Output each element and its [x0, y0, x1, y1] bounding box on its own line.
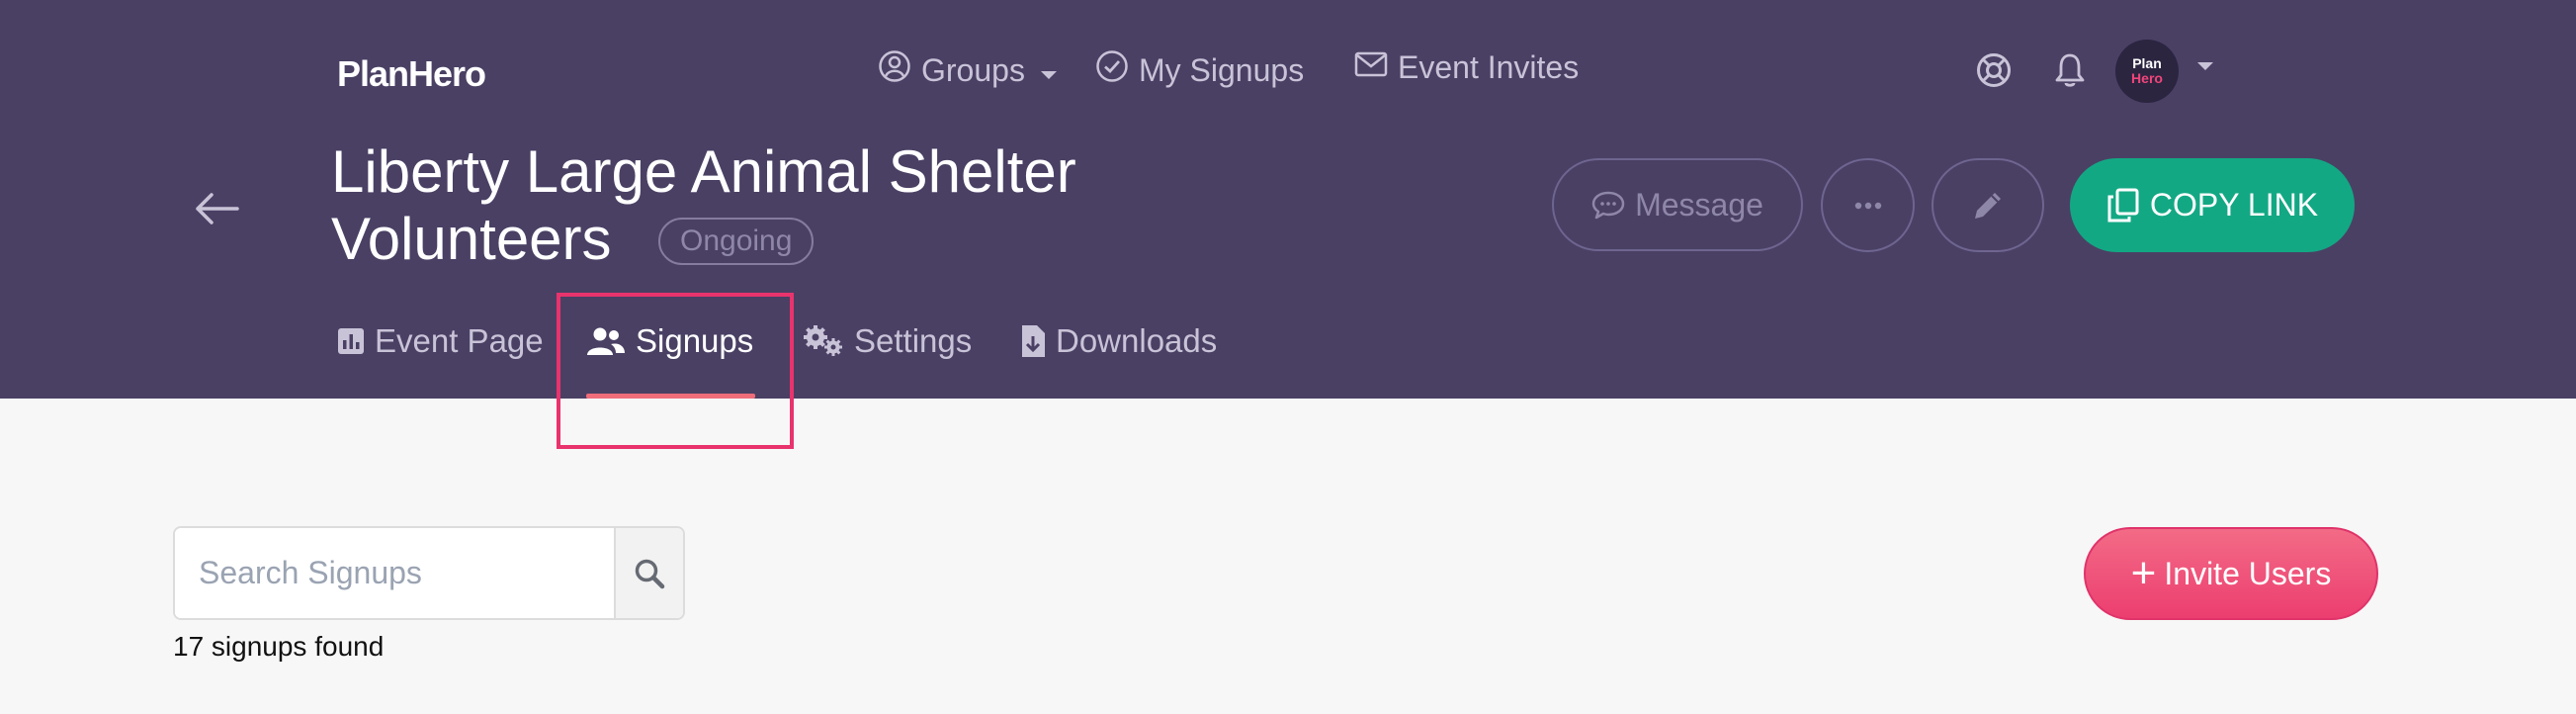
avatar-text-hero: Hero	[2131, 70, 2163, 86]
chart-bar-icon	[337, 327, 375, 355]
user-circle-icon	[878, 49, 921, 91]
more-options-button[interactable]	[1821, 158, 1915, 252]
edit-button[interactable]	[1932, 158, 2044, 252]
envelope-icon	[1354, 49, 1398, 86]
message-label: Message	[1635, 186, 1763, 223]
tab-settings-label: Settings	[854, 322, 973, 359]
copy-link-label: COPY LINK	[2149, 187, 2319, 223]
help-lifebuoy-icon[interactable]	[1975, 51, 2013, 94]
tab-settings[interactable]: Settings	[803, 322, 972, 360]
nav-my-signups-label: My Signups	[1139, 51, 1305, 88]
copy-icon	[2106, 188, 2150, 223]
nav-my-signups[interactable]: My Signups	[1095, 49, 1304, 91]
planhero-logo[interactable]: PlanHero	[337, 53, 486, 95]
check-circle-icon	[1095, 49, 1139, 91]
highlight-box	[557, 293, 794, 449]
chevron-down-icon[interactable]	[2195, 59, 2215, 77]
pencil-icon	[1970, 188, 2006, 223]
back-arrow-icon[interactable]	[194, 192, 239, 230]
status-badge: Ongoing	[658, 218, 815, 265]
chevron-down-icon	[1039, 52, 1069, 89]
tab-event-page-label: Event Page	[375, 322, 544, 359]
signups-count: 17 signups found	[173, 631, 385, 662]
search-icon	[634, 558, 665, 589]
tab-event-page[interactable]: Event Page	[337, 322, 544, 360]
plus-icon: +	[2130, 549, 2157, 597]
tab-downloads[interactable]: Downloads	[1020, 322, 1217, 360]
avatar[interactable]: Plan Hero	[2115, 40, 2179, 103]
cogs-icon	[803, 324, 854, 358]
event-title-line1: Liberty Large Animal Shelter	[331, 138, 1076, 205]
event-header: PlanHero Groups My Signups Event Invites…	[0, 0, 2576, 399]
nav-groups-label: Groups	[921, 51, 1025, 88]
copy-link-button[interactable]: COPY LINK	[2070, 158, 2355, 252]
ellipsis-icon	[1854, 202, 1882, 210]
nav-groups[interactable]: Groups	[878, 49, 1069, 91]
message-button[interactable]: Message	[1552, 158, 1803, 251]
invite-users-button[interactable]: + Invite Users	[2084, 527, 2378, 620]
avatar-text-plan: Plan	[2132, 55, 2162, 71]
comment-icon	[1591, 190, 1625, 220]
nav-event-invites[interactable]: Event Invites	[1354, 49, 1579, 86]
nav-event-invites-label: Event Invites	[1398, 49, 1580, 85]
search-group	[173, 526, 685, 620]
search-input[interactable]	[175, 528, 614, 618]
invite-users-label: Invite Users	[2164, 555, 2332, 591]
file-download-icon	[1020, 324, 1056, 358]
bell-icon[interactable]	[2054, 51, 2086, 94]
search-button[interactable]	[614, 528, 683, 618]
tab-downloads-label: Downloads	[1056, 322, 1218, 359]
